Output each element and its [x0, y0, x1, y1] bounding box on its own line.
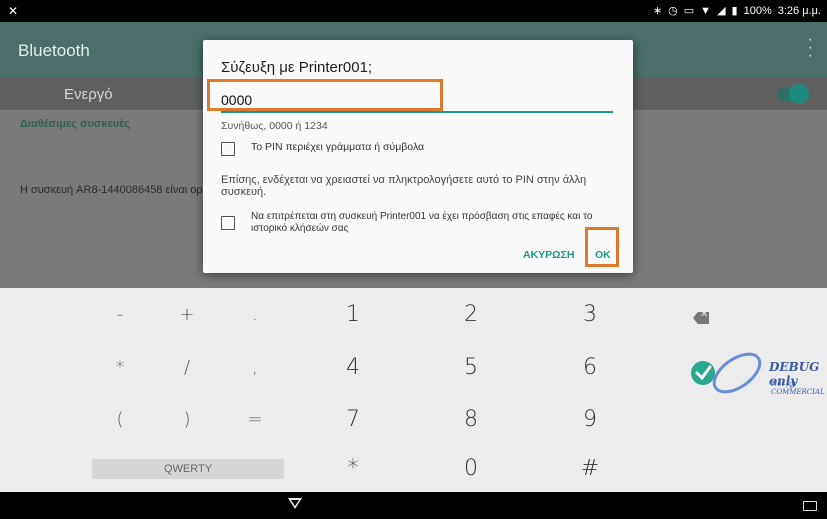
key-1[interactable]: 1 [323, 295, 383, 335]
key-5[interactable]: 5 [441, 348, 501, 388]
key-7[interactable]: 7 [323, 400, 383, 440]
device-visibility-text: Η συσκευή AR8-1440086458 είναι ορατ [20, 184, 205, 196]
key-minus[interactable]: - [90, 295, 150, 335]
status-icons: ∗ ◷ ▭ ▼ ◢ ▮ 100% 3:26 μ.μ. [652, 4, 821, 18]
ok-button[interactable]: OK [595, 249, 611, 261]
pin-letters-checkbox[interactable] [221, 142, 235, 156]
cast-icon: ▭ [683, 5, 695, 17]
page-title: Bluetooth [18, 41, 90, 60]
keyboard-switch-icon[interactable] [803, 501, 817, 511]
alarm-icon: ◷ [668, 5, 678, 17]
key-period[interactable]: . [225, 295, 285, 335]
status-bar: ✕ ∗ ◷ ▭ ▼ ◢ ▮ 100% 3:26 μ.μ. [0, 0, 827, 22]
key-slash[interactable]: / [157, 348, 217, 388]
pin-hint: Συνήθως, 0000 ή 1234 [221, 120, 328, 132]
wifi-icon: ▼ [700, 4, 712, 17]
key-open-paren[interactable]: ( [90, 400, 150, 440]
key-2[interactable]: 2 [441, 295, 501, 335]
pin-note: Επίσης, ενδέχεται να χρειαστεί να πληκτρ… [221, 174, 587, 198]
overflow-menu-icon[interactable]: · · · [808, 32, 813, 64]
key-comma[interactable]: , [225, 348, 285, 388]
contacts-access-option[interactable]: Να επιτρέπεται στη συσκευή Printer001 να… [221, 211, 611, 235]
key-asterisk[interactable]: * [90, 348, 150, 388]
toggle-knob [789, 84, 809, 104]
key-plus[interactable]: + [157, 295, 217, 335]
key-hash[interactable]: # [560, 449, 620, 489]
ok-highlight-box [585, 227, 619, 267]
pin-highlight-box [207, 79, 443, 111]
battery-icon: ▮ [731, 5, 738, 17]
clock: 3:26 μ.μ. [777, 4, 821, 17]
backspace-x-icon: ✕ [700, 309, 709, 320]
key-8[interactable]: 8 [441, 400, 501, 440]
qwerty-key[interactable]: QWERTY [92, 459, 284, 479]
pairing-dialog: Σύζευξη με Printer001; Συνήθως, 0000 ή 1… [203, 40, 633, 273]
cancel-button[interactable]: ΑΚΥΡΩΣΗ [523, 249, 574, 261]
key-3[interactable]: 3 [560, 295, 620, 335]
key-4[interactable]: 4 [323, 348, 383, 388]
key-star[interactable]: * [323, 449, 383, 489]
pin-letters-option[interactable]: Το PIN περιέχει γράμματα ή σύμβολα [221, 141, 424, 156]
enabled-label: Ενεργό [64, 86, 113, 103]
backspace-key[interactable]: ✕ [693, 312, 709, 324]
contacts-access-label: Να επιτρέπεται στη συσκευή Printer001 να… [251, 211, 593, 234]
numeric-keyboard: - + . 1 2 3 ✕ * / , 4 5 6 ( ) = 7 8 9 QW… [0, 288, 827, 492]
debug-watermark-subtext: Not for COMMERCIAL [771, 380, 825, 396]
signal-icon: ◢ [717, 5, 726, 17]
notification-icon: ✕ [8, 4, 19, 18]
navigation-bar [0, 492, 827, 519]
contacts-access-checkbox[interactable] [221, 216, 235, 230]
key-6[interactable]: 6 [560, 348, 620, 388]
dialog-title: Σύζευξη με Printer001; [221, 59, 373, 76]
key-0[interactable]: 0 [441, 449, 501, 489]
key-close-paren[interactable]: ) [157, 400, 217, 440]
pin-letters-label: Το PIN περιέχει γράμματα ή σύμβολα [251, 141, 425, 153]
pin-underline [221, 111, 613, 113]
available-devices-header: Διαθέσιμες συσκευές [20, 118, 130, 130]
back-nav-icon[interactable] [288, 498, 302, 509]
battery-level: 100% [743, 4, 772, 17]
key-9[interactable]: 9 [560, 400, 620, 440]
bluetooth-icon: ∗ [652, 5, 663, 17]
key-equals[interactable]: = [225, 400, 285, 440]
bluetooth-toggle[interactable] [777, 84, 809, 104]
